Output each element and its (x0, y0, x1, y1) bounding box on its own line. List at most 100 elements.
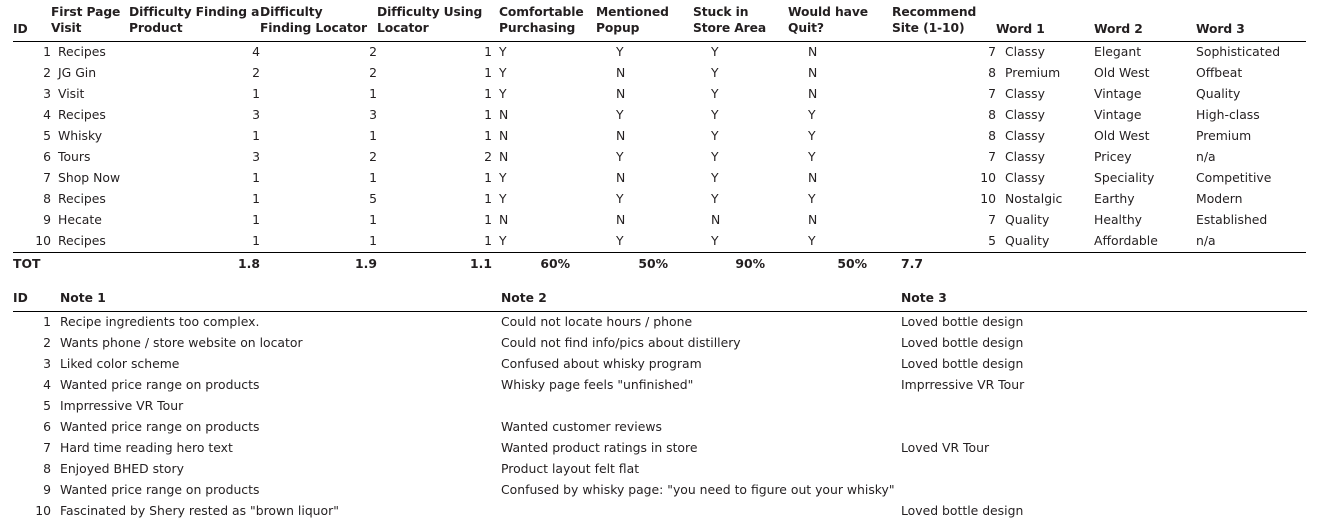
cell-difficulty-using-locator: 1 (484, 44, 492, 60)
cell-note-2: Could not find info/pics about distiller… (501, 335, 741, 351)
cell-id: 7 (43, 440, 51, 456)
cell-recommend-site: 7 (988, 86, 996, 102)
cell-note-3: Loved bottle design (901, 356, 1024, 372)
table-two-header: ID Note 1 Note 2 Note 3 (13, 291, 1307, 312)
cell-note-3 (901, 396, 1307, 417)
table-header-row: ID First Page Visit Difficulty Finding a… (13, 4, 1306, 42)
col-header-word-2[interactable]: Word 2 (1094, 4, 1196, 42)
col-header-difficulty-finding-locator[interactable]: Difficulty Finding Locator (260, 4, 377, 42)
cell-word-3: n/a (1196, 233, 1216, 249)
cell-stuck-in-store-area: Y (711, 86, 719, 102)
cell-first-page-visit: JG Gin (58, 65, 97, 81)
table-row: 7 Shop Now 1 1 1 Y N Y N 10 Classy Speciality Compet… (13, 168, 1306, 189)
cell-stuck-in-store-area: N (711, 212, 721, 228)
cell-difficulty-finding-locator: 2 (369, 149, 377, 165)
cell-note-2 (501, 501, 901, 522)
cell-word-2: Affordable (1094, 233, 1158, 249)
cell-id: 7 (43, 170, 51, 186)
col-header-word-1[interactable]: Word 1 (996, 4, 1094, 42)
table-row: 2 JG Gin 2 2 1 Y N Y N 8 Premium Old West Offbeat (13, 63, 1306, 84)
col-header-would-have-quit[interactable]: Would have Quit? (788, 4, 892, 42)
col-header-id[interactable]: ID (13, 291, 51, 311)
col-header-note-3[interactable]: Note 3 (901, 291, 1307, 311)
cell-recommend-site: 8 (988, 107, 996, 123)
cell-first-page-visit: Visit (58, 86, 85, 102)
cell-difficulty-finding-a-product: 1 (252, 170, 260, 186)
cell-word-1: Classy (1005, 86, 1045, 102)
cell-word-3: Established (1196, 212, 1268, 228)
table-row: 10 Recipes 1 1 1 Y Y Y Y 5 Quality Affordable n/a (13, 231, 1306, 253)
col-header-recommend-site[interactable]: Recommend Site (1-10) (892, 4, 996, 42)
cell-recommend-site: 7 (988, 44, 996, 60)
table-row: 3 Liked color scheme Confused about whisky… (13, 354, 1307, 375)
cell-comfortable-purchasing: Y (499, 86, 507, 102)
cell-word-3: Modern (1196, 191, 1243, 207)
cell-comfortable-purchasing: Y (499, 170, 507, 186)
total-mentioned-popup: 50% (638, 255, 668, 271)
cell-mentioned-popup: N (616, 212, 626, 228)
usability-notes-table: ID Note 1 Note 2 Note 3 1 Recipe ingredie… (13, 291, 1307, 522)
cell-note-2: Product layout felt flat (501, 461, 640, 477)
cell-stuck-in-store-area: Y (711, 128, 719, 144)
cell-difficulty-finding-a-product: 4 (252, 44, 260, 60)
col-header-comfortable-purchasing[interactable]: Comfortable Purchasing (492, 4, 596, 42)
total-difficulty-using-locator: 1.1 (470, 255, 492, 271)
col-header-difficulty-using-locator[interactable]: Difficulty Using Locator (377, 4, 492, 42)
cell-mentioned-popup: Y (616, 191, 624, 207)
cell-note-1: Enjoyed BHED story (60, 461, 184, 477)
col-header-difficulty-finding-a-product[interactable]: Difficulty Finding a Product (129, 4, 260, 42)
col-header-first-page-visit[interactable]: First Page Visit (51, 4, 129, 42)
cell-mentioned-popup: N (616, 65, 626, 81)
cell-would-have-quit: N (808, 44, 818, 60)
table-row: 9 Hecate 1 1 1 N N N N 7 Quality Healthy Established (13, 210, 1306, 231)
cell-difficulty-finding-locator: 2 (369, 65, 377, 81)
cell-word-1: Classy (1005, 170, 1045, 186)
table-row: 4 Wanted price range on products Whisky pa… (13, 375, 1307, 396)
table-row: 10 Fascinated by Shery rested as "brown l… (13, 501, 1307, 522)
cell-difficulty-finding-locator: 1 (369, 212, 377, 228)
cell-difficulty-using-locator: 1 (484, 107, 492, 123)
cell-stuck-in-store-area: Y (711, 65, 719, 81)
col-header-mentioned-popup[interactable]: Mentioned Popup (596, 4, 693, 42)
cell-difficulty-finding-locator: 3 (369, 107, 377, 123)
col-header-note-2[interactable]: Note 2 (501, 291, 901, 311)
cell-difficulty-finding-a-product: 1 (252, 128, 260, 144)
cell-id: 3 (43, 356, 51, 372)
col-header-note-1[interactable]: Note 1 (51, 291, 501, 311)
total-word-2 (1094, 253, 1196, 276)
cell-id: 5 (43, 128, 51, 144)
cell-mentioned-popup: Y (616, 233, 624, 249)
cell-id: 8 (43, 191, 51, 207)
cell-first-page-visit: Recipes (58, 233, 106, 249)
cell-would-have-quit: N (808, 212, 818, 228)
cell-word-1: Quality (1005, 212, 1050, 228)
col-header-id[interactable]: ID (13, 4, 51, 42)
cell-note-2: Whisky page feels "unfinished" (501, 377, 694, 393)
cell-mentioned-popup: Y (616, 107, 624, 123)
table-row: 4 Recipes 3 3 1 N Y Y Y 8 Classy Vintage High-class (13, 105, 1306, 126)
col-header-stuck-in-store-area[interactable]: Stuck in Store Area (693, 4, 788, 42)
cell-comfortable-purchasing: N (499, 212, 509, 228)
cell-first-page-visit: Whisky (58, 128, 103, 144)
cell-difficulty-using-locator: 1 (484, 65, 492, 81)
cell-first-page-visit: Hecate (58, 212, 102, 228)
cell-note-2: Wanted customer reviews (501, 419, 662, 435)
table-row: 1 Recipe ingredients too complex. Could no… (13, 311, 1307, 333)
total-stuck-in-store-area: 90% (735, 255, 765, 271)
cell-recommend-site: 10 (980, 170, 996, 186)
col-header-word-3[interactable]: Word 3 (1196, 4, 1306, 42)
cell-word-2: Earthy (1094, 191, 1135, 207)
cell-id: 8 (43, 461, 51, 477)
cell-first-page-visit: Tours (58, 149, 91, 165)
cell-word-2: Elegant (1094, 44, 1142, 60)
cell-word-2: Speciality (1094, 170, 1155, 186)
cell-first-page-visit: Shop Now (58, 170, 121, 186)
cell-difficulty-finding-a-product: 2 (252, 65, 260, 81)
cell-difficulty-using-locator: 1 (484, 233, 492, 249)
cell-would-have-quit: N (808, 86, 818, 102)
cell-note-3: Loved bottle design (901, 335, 1024, 351)
cell-would-have-quit: Y (808, 191, 816, 207)
cell-difficulty-finding-locator: 1 (369, 233, 377, 249)
cell-note-3 (901, 417, 1307, 438)
table-row: 6 Wanted price range on products Wanted cu… (13, 417, 1307, 438)
